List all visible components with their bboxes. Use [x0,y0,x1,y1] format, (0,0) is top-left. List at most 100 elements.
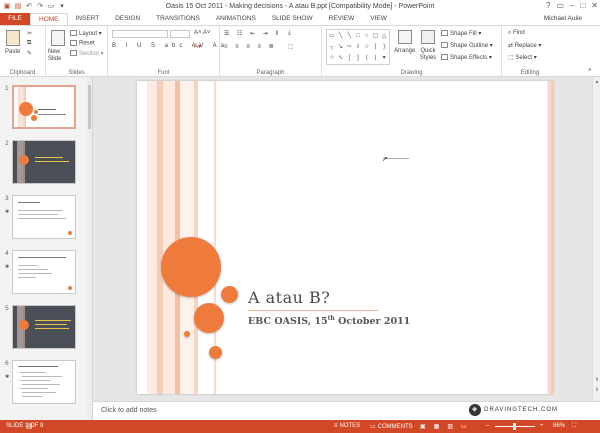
line-shape-icon[interactable]: ╲ [337,31,345,41]
tab-review[interactable]: REVIEW [321,13,363,25]
shape-outline-button[interactable]: Shape Outline ▾ [441,42,493,49]
find-button[interactable]: ⌕ Find [508,30,525,37]
section-button[interactable]: Section ▾ [70,50,104,57]
thumbnail-slide[interactable] [12,360,76,404]
star-shape-icon[interactable]: ☆ [363,42,371,52]
zoom-slider-handle[interactable] [513,423,516,430]
bracket-shape-icon[interactable]: [ [345,53,353,63]
thumbnail-row[interactable]: 4 ✱ [0,246,90,296]
thumbnail-scrollbar[interactable] [87,77,92,420]
shapes-gallery[interactable]: ▭ ╲ ╲ □ ○ ▢ △ ┐ ↘ ⇨ ⇩ ☆{} ☆ ∿[]() ▾ [326,29,390,65]
align-text-icon[interactable]: ⬚ [288,43,294,50]
font-color-icon[interactable]: A▾ [194,43,201,50]
more-shapes-icon[interactable]: ▾ [380,53,388,63]
paren2-shape-icon[interactable]: ) [372,53,380,63]
grow-font-icon[interactable]: A˄ A˅ [194,30,210,36]
paste-button[interactable]: Paste [5,49,20,55]
thumbnail-row[interactable]: 5 [0,301,90,351]
replace-button[interactable]: ⇄ Replace ▾ [508,42,541,49]
copy-icon[interactable]: ⧉ [27,40,31,47]
elbow-shape-icon[interactable]: ┐ [328,42,336,52]
brace-right-shape-icon[interactable]: } [380,42,388,52]
notes-placeholder[interactable]: Click to add notes [101,407,157,414]
reset-button[interactable]: Reset [70,40,95,47]
align-buttons[interactable]: ≡ ≡ ≡ ≡ ≣ [224,43,277,50]
brace-left-shape-icon[interactable]: { [372,42,380,52]
comments-toggle[interactable]: ▭ COMMENTS [370,423,413,431]
thumbnail-slide[interactable] [12,195,76,239]
thumbnail-slide[interactable] [12,305,76,349]
layout-button[interactable]: Layout ▾ [70,30,102,37]
slide-subtitle[interactable]: EBC OASIS, 15th October 2011 [248,315,410,327]
font-name-field[interactable] [112,30,168,38]
zoom-out-icon[interactable]: – [486,423,489,429]
zoom-in-icon[interactable]: + [540,423,544,429]
arrow-down-shape-icon[interactable]: ⇩ [354,42,362,52]
thumbnail-scroll-thumb[interactable] [88,85,91,129]
help-icon[interactable]: ? [546,1,550,10]
notes-pane[interactable]: Click to add notes ◈ DRAVINGTECH.COM [93,401,600,420]
paren-shape-icon[interactable]: ( [363,53,371,63]
thumbnail-row[interactable]: 6 ✱ [0,356,90,406]
arrow-right-shape-icon[interactable]: ⇨ [345,42,353,52]
font-size-field[interactable] [170,30,190,38]
quick-styles-button[interactable]: Quick Styles [418,48,438,62]
quick-styles-icon[interactable] [421,30,435,44]
tab-home[interactable]: HOME [30,13,68,25]
shape-effects-button[interactable]: Shape Effects ▾ [441,54,492,61]
close-icon[interactable]: ✕ [591,1,598,10]
collapse-ribbon-icon[interactable]: ˄ [588,68,592,74]
shape-fill-button[interactable]: Shape Fill ▾ [441,30,481,37]
user-name[interactable]: Michael Aulie [544,15,582,22]
select-button[interactable]: ⬚ Select ▾ [508,54,537,61]
scroll-up-icon[interactable]: ▲ [593,79,600,85]
thumbnail-slide[interactable] [12,85,76,129]
current-slide[interactable]: ➚ A atau B? EBC OASIS, 15th October 2011 [137,81,553,394]
ribbon-display-icon[interactable]: ▭ [556,1,564,10]
tab-view[interactable]: VIEW [362,13,395,25]
spellcheck-icon[interactable]: ▤ [26,422,33,430]
maximize-icon[interactable]: □ [580,1,585,10]
curve-shape-icon[interactable]: ∿ [337,53,345,63]
triangle-shape-icon[interactable]: △ [380,31,388,41]
star2-shape-icon[interactable]: ☆ [328,53,336,63]
slide-scrollbar[interactable]: ▲ ⇞ ⇟ [592,77,600,401]
normal-view-icon[interactable]: ▣ [420,423,432,430]
tab-design[interactable]: DESIGN [107,13,148,25]
thumbnail-row[interactable]: 3 ✱ [0,191,90,241]
thumbnail-slide[interactable] [12,140,76,184]
format-painter-icon[interactable]: ✎ [27,50,32,57]
previous-slide-icon[interactable]: ⇞ [593,377,600,383]
tab-file[interactable]: FILE [0,13,30,25]
fit-slide-icon[interactable]: ⛶ [572,423,576,430]
line2-shape-icon[interactable]: ╲ [345,31,353,41]
new-slide-button[interactable]: New Slide [48,49,72,63]
font-style-buttons[interactable]: B I U S abc AV Aa [112,43,228,49]
rounded-rect-shape-icon[interactable]: ▢ [372,31,380,41]
notes-toggle[interactable]: ≡ NOTES [334,423,360,429]
tab-animations[interactable]: ANIMATIONS [208,13,264,25]
connector-shape-icon[interactable]: ↘ [337,42,345,52]
view-buttons[interactable]: ▣ ▦ ▥ ▭ [420,423,473,430]
arrange-icon[interactable] [398,30,412,44]
tab-insert[interactable]: INSERT [68,13,108,25]
list-buttons[interactable]: ☰ ☷ ⇤ ⇥ ‖ [224,30,281,37]
thumbnail-row[interactable]: 1 [0,81,90,131]
minimize-icon[interactable]: – [570,1,574,10]
next-slide-icon[interactable]: ⇟ [593,387,600,393]
zoom-level[interactable]: 86% [553,423,565,429]
slide-sorter-view-icon[interactable]: ▦ [434,423,446,430]
textbox-shape-icon[interactable]: ▭ [328,31,336,41]
thumbnail-slide[interactable] [12,250,76,294]
slideshow-view-icon[interactable]: ▭ [461,423,473,430]
oval-shape-icon[interactable]: ○ [363,31,371,41]
bracket2-shape-icon[interactable]: ] [354,53,362,63]
thumbnail-row[interactable]: 2 [0,136,90,186]
text-direction-icon[interactable]: ⤓ [288,30,291,37]
tab-slide-show[interactable]: SLIDE SHOW [264,13,321,25]
rect-shape-icon[interactable]: □ [354,31,362,41]
cut-icon[interactable]: ✂ [27,30,32,37]
paste-icon[interactable] [6,30,20,46]
reading-view-icon[interactable]: ▥ [447,423,459,430]
slide-title[interactable]: A atau B? [248,288,330,307]
